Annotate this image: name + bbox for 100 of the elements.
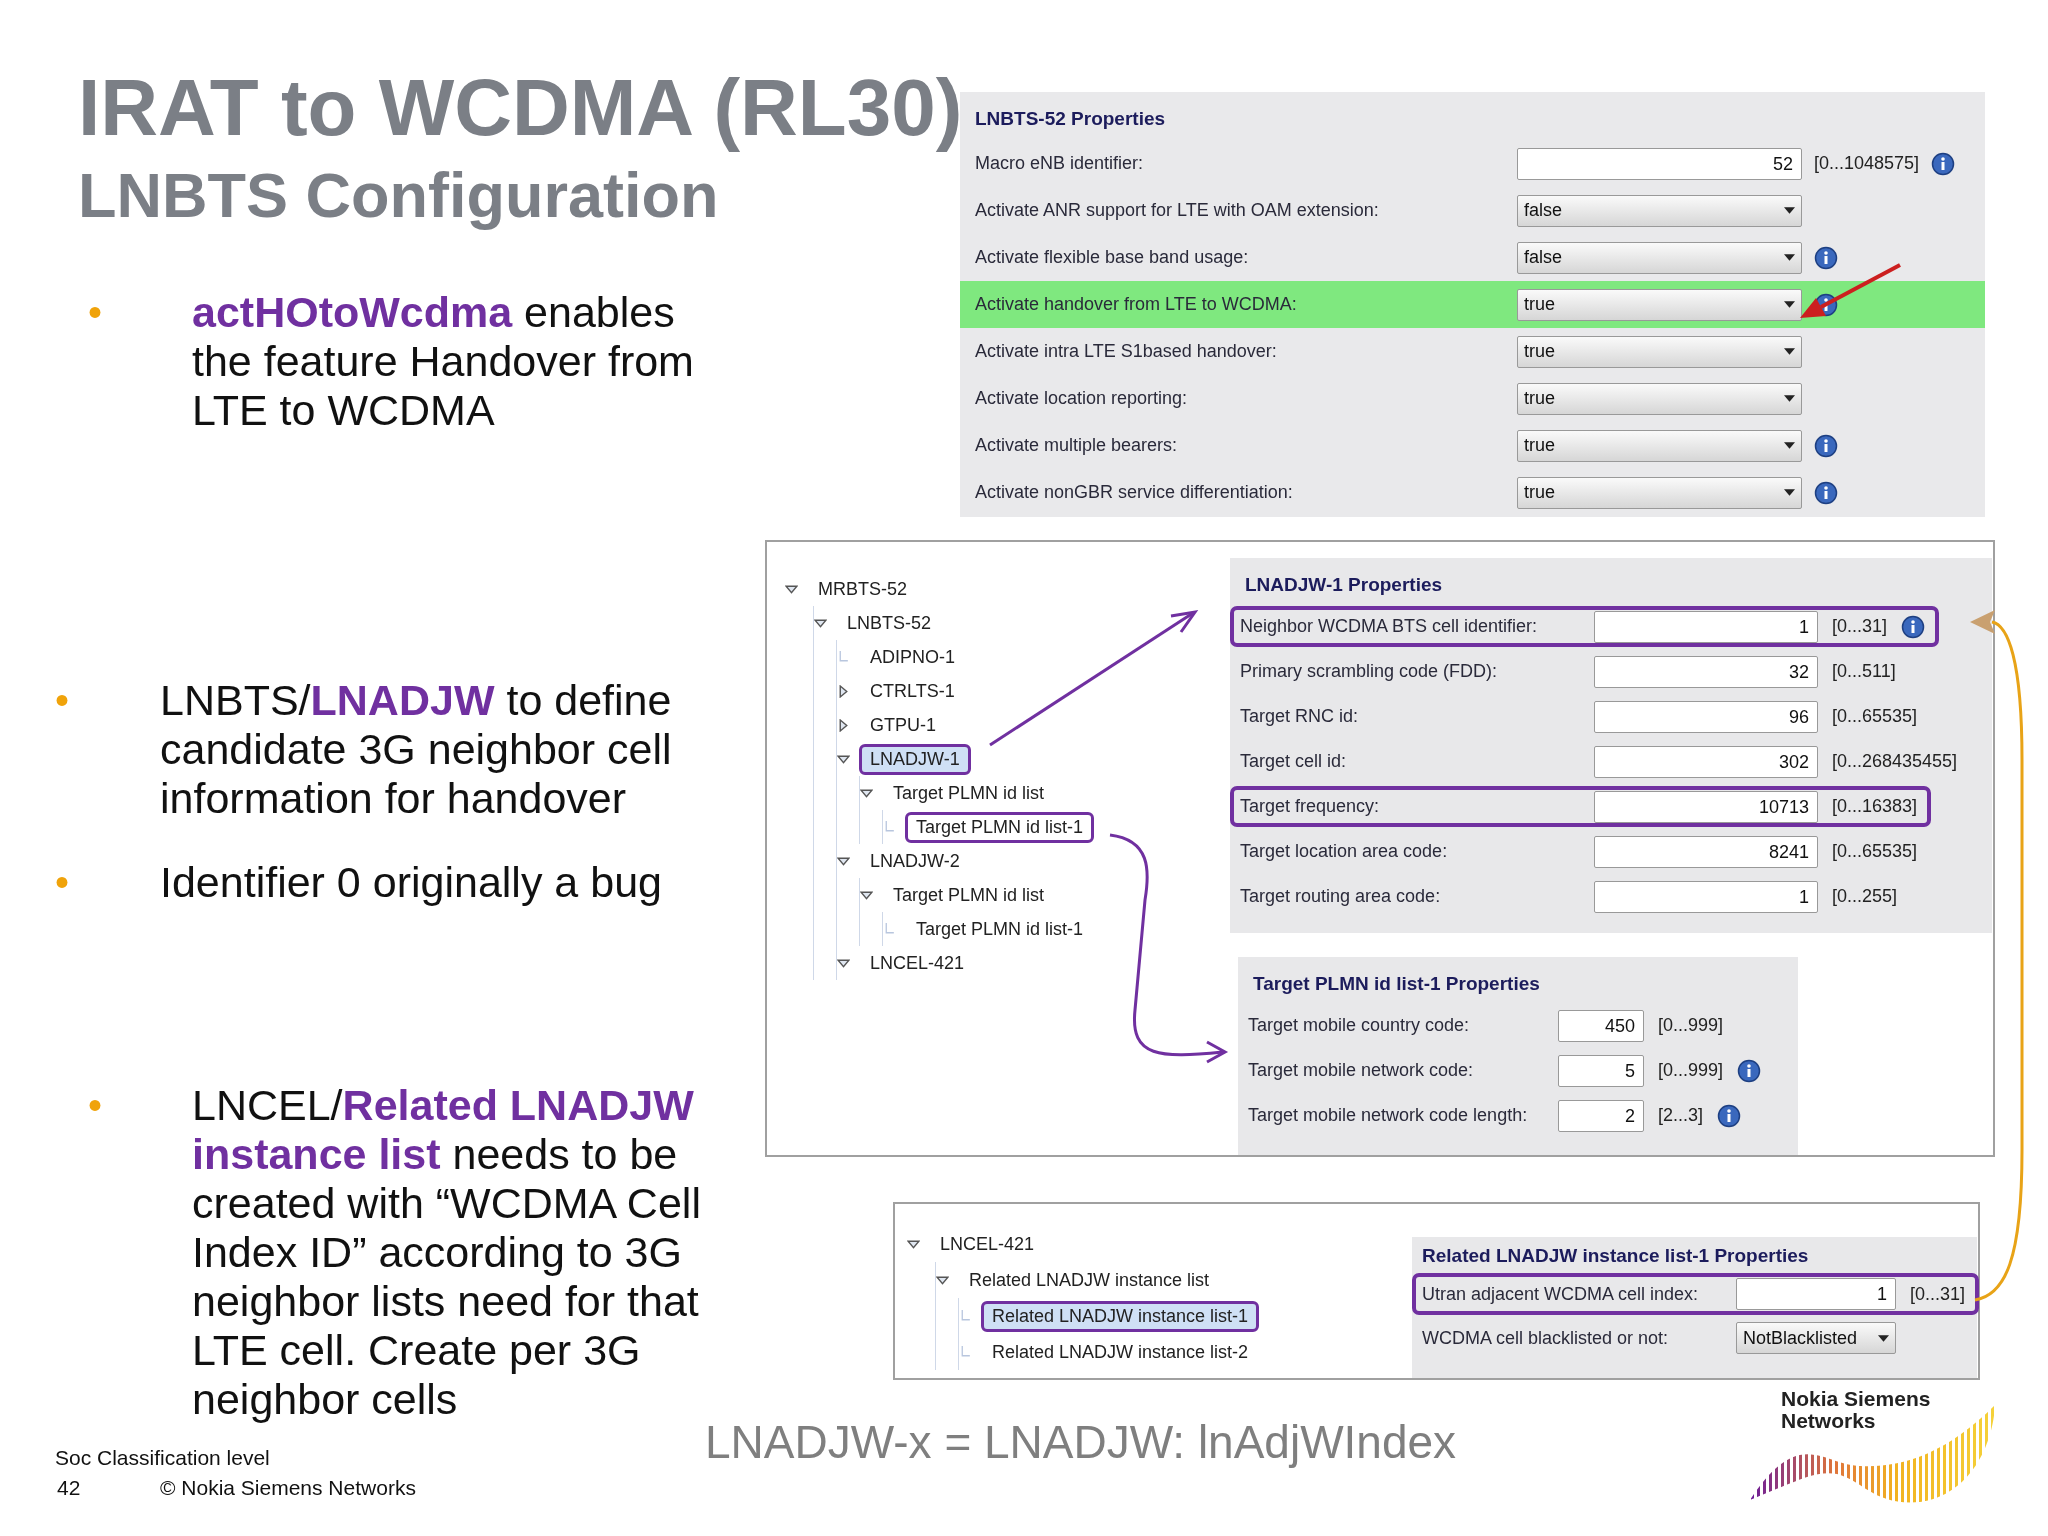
range-text: [0...268435455] [1832, 751, 1958, 772]
number-field[interactable]: 96 [1594, 700, 1818, 733]
number-field[interactable]: 450 [1558, 1009, 1644, 1042]
field-label: Activate intra LTE S1based handover: [975, 341, 1278, 362]
dropdown[interactable]: true [1517, 335, 1802, 368]
triangle-icon[interactable] [837, 684, 850, 698]
tree-item[interactable]: LNCEL-421 [859, 947, 976, 979]
caret-icon [1784, 301, 1795, 308]
number-field[interactable]: 2 [1558, 1099, 1644, 1132]
field-label: Target routing area code: [1240, 886, 1442, 907]
tree-item[interactable]: LNADJW-2 [859, 845, 971, 877]
field-label: Utran adjacent WCDMA cell index: [1422, 1283, 1700, 1305]
caret-icon [1784, 489, 1795, 496]
bullet-text: actHOtoWcdma enables the feature Handover from LTE to WCDMA [192, 288, 695, 435]
panel-title: LNBTS-52 Properties [974, 107, 1166, 131]
info-icon[interactable] [1931, 151, 1956, 176]
field-label: Neighbor WCDMA BTS cell identifier: [1240, 616, 1539, 637]
tree-item[interactable]: GTPU-1 [859, 709, 947, 741]
tree-item[interactable]: ADIPNO-1 [859, 641, 967, 673]
tree-connector-icon [959, 1309, 972, 1323]
dropdown[interactable]: true [1517, 429, 1802, 462]
bullet-marker: • [88, 1082, 103, 1129]
number-field[interactable]: 1 [1594, 880, 1818, 913]
info-icon[interactable] [1814, 433, 1838, 458]
info-icon[interactable] [1814, 245, 1838, 270]
caret-icon [1878, 1334, 1889, 1342]
dropdown[interactable]: true [1517, 476, 1802, 509]
field-label: Primary scrambling code (FDD): [1240, 661, 1499, 682]
page-number: 42 [56, 1476, 82, 1500]
tree-item[interactable]: Related LNADJW instance list-1 [981, 1300, 1260, 1332]
info-icon[interactable] [1814, 480, 1838, 505]
field-label: WCDMA cell blacklisted or not: [1422, 1327, 1670, 1349]
bullet-marker: • [88, 289, 103, 336]
range-text: [0...65535] [1832, 841, 1918, 862]
number-field[interactable]: 5 [1558, 1054, 1644, 1087]
range-text: [0...31] [1832, 616, 1888, 637]
dropdown[interactable]: NotBlacklisted [1736, 1322, 1896, 1354]
field-label: Target cell id: [1240, 751, 1348, 772]
range-text: [0...255] [1832, 886, 1898, 907]
tree-item[interactable]: MRBTS-52 [807, 573, 918, 605]
tree-connector-icon [837, 650, 850, 664]
caption: LNADJW-x = LNADJW: lnAdjWIndex [705, 1415, 1457, 1469]
field-label: Target mobile network code length: [1248, 1105, 1529, 1126]
number-field[interactable]: 1 [1594, 610, 1818, 643]
tree-item[interactable]: Target PLMN id list-1 [905, 913, 1095, 945]
range-text: [0...999] [1658, 1060, 1724, 1081]
tree-item[interactable]: LNBTS-52 [836, 607, 943, 639]
info-icon[interactable] [1737, 1058, 1762, 1083]
info-icon[interactable] [1901, 614, 1926, 639]
number-field[interactable]: 32 [1594, 655, 1818, 688]
bullet-text: LNCEL/Related LNADJW instance list needs to be created with “WCDMA Cell Index ID” according to 3G neighbor lists need for that LTE cell. Create per 3G neighbor cells [192, 1081, 702, 1424]
slide-subtitle: LNBTS Configuration [78, 159, 720, 232]
tree-item[interactable]: LNADJW-1 [859, 743, 971, 775]
tree-connector-icon [883, 922, 896, 936]
bullet-text: LNBTS/LNADJW to define candidate 3G neighbor cell information for handover [160, 676, 673, 823]
panel-title: LNADJW-1 Properties [1244, 573, 1443, 597]
field-label: Activate ANR support for LTE with OAM extension: [975, 200, 1380, 221]
tree-item[interactable]: Related LNADJW instance list [958, 1264, 1221, 1296]
panel-title: Related LNADJW instance list-1 Properties [1421, 1244, 1809, 1268]
range-text: [0...999] [1658, 1015, 1724, 1036]
dropdown[interactable]: true [1517, 382, 1802, 415]
tree-item[interactable]: LNCEL-421 [929, 1228, 1046, 1260]
number-field[interactable]: 8241 [1594, 835, 1818, 868]
number-field[interactable]: 52 [1517, 147, 1802, 180]
bullet-marker: • [55, 859, 70, 906]
number-field[interactable]: 10713 [1594, 790, 1818, 823]
panel-title: Target PLMN id list-1 Properties [1252, 972, 1540, 996]
field-label: Activate flexible base band usage: [975, 247, 1250, 268]
field-label: Target location area code: [1240, 841, 1449, 862]
triangle-icon[interactable] [837, 718, 850, 732]
bullet-text: Identifier 0 originally a bug [160, 858, 663, 907]
field-label: Macro eNB identifier: [975, 153, 1145, 174]
tree-item[interactable]: CTRLTS-1 [859, 675, 966, 707]
number-field[interactable]: 302 [1594, 745, 1818, 778]
field-label: Activate nonGBR service differentiation: [975, 482, 1294, 503]
tree-item[interactable]: Target PLMN id list [882, 879, 1056, 911]
range-text: [0...16383] [1832, 796, 1918, 817]
caret-icon [1784, 442, 1795, 449]
logo-text: Nokia Siemens Networks [1781, 1388, 1931, 1432]
classification-text: Soc Classification level [55, 1446, 271, 1470]
tree-item[interactable]: Related LNADJW instance list-2 [981, 1336, 1260, 1368]
bullet-marker: • [55, 677, 70, 724]
caret-icon [1784, 254, 1795, 261]
tree-item[interactable]: Target PLMN id list-1 [905, 811, 1095, 843]
field-label: Activate location reporting: [975, 388, 1189, 409]
dropdown[interactable]: false [1517, 194, 1802, 227]
dropdown[interactable]: false [1517, 241, 1802, 274]
range-text: [0...65535] [1832, 706, 1918, 727]
slide-title: IRAT to WCDMA (RL30) [78, 62, 963, 154]
tree-connector-icon [959, 1345, 972, 1359]
range-text: [0...31] [1910, 1283, 1966, 1305]
caret-icon [1784, 348, 1795, 355]
field-label: Activate multiple bearers: [975, 435, 1179, 456]
tree-item[interactable]: Target PLMN id list [882, 777, 1056, 809]
caret-icon [1784, 395, 1795, 402]
info-icon[interactable] [1717, 1103, 1742, 1128]
dropdown[interactable]: true [1517, 288, 1802, 321]
range-text: [2...3] [1658, 1105, 1704, 1126]
caret-icon [1784, 207, 1795, 214]
number-field[interactable]: 1 [1736, 1278, 1896, 1310]
